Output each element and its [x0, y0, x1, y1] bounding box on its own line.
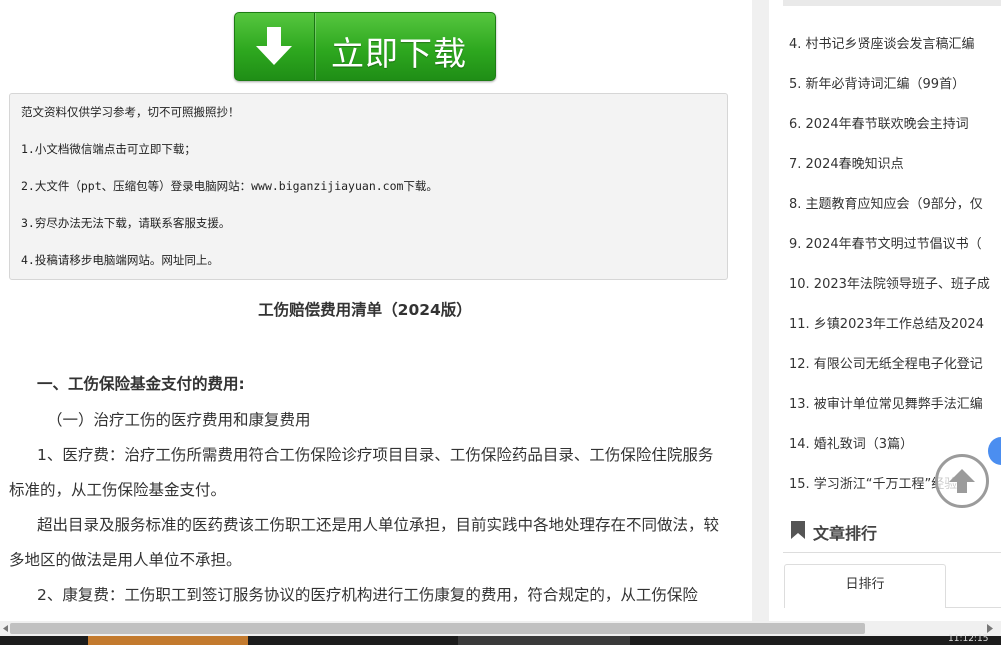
notice-line: 3.穷尽办法无法下载，请联系客服支援。 — [21, 216, 231, 230]
sidebar-article-link[interactable]: 10. 2023年法院领导班子、班子成 — [789, 273, 990, 292]
sidebar-article-link[interactable]: 8. 主题教育应知应会（9部分，仅 — [789, 193, 983, 212]
taskbar: 11:12:15 — [0, 634, 1001, 645]
sidebar-article-link[interactable]: 6. 2024年春节联欢晚会主持词 — [789, 113, 969, 132]
paragraph: 1、医疗费：治疗工伤所需费用符合工伤保险诊疗项目目录、工伤保险药品目录、工伤保险… — [9, 446, 714, 499]
article-content: 立即下载 范文资料仅供学习参考，切不可照搬照抄！ 1.小文档微信端点击可立即下载… — [0, 0, 752, 621]
notice-line: 2.大文件（ppt、压缩包等）登录电脑网站：www.biganzijiayuan… — [21, 179, 438, 193]
bookmark-icon — [791, 521, 805, 539]
subsection-heading: （一）治疗工伤的医疗费用和康复费用 — [47, 411, 311, 429]
sidebar-article-link[interactable]: 14. 婚礼致词（3篇） — [789, 433, 913, 452]
back-to-top-button[interactable] — [935, 454, 989, 508]
download-button-label: 立即下载 — [331, 34, 467, 73]
sidebar-article-link[interactable]: 5. 新年必背诗词汇编（99首） — [789, 73, 965, 92]
sidebar-article-link[interactable]: 15. 学习浙江“千万工程”经验 — [789, 473, 957, 492]
sidebar-article-link[interactable]: 4. 村书记乡贤座谈会发言稿汇编 — [789, 33, 975, 52]
notice-line: 范文资料仅供学习参考，切不可照搬照抄！ — [21, 105, 240, 119]
document-title: 工伤赔偿费用清单（2024版） — [258, 301, 472, 319]
sidebar: 4. 村书记乡贤座谈会发言稿汇编 5. 新年必背诗词汇编（99首） 6. 202… — [769, 0, 1001, 621]
notice-line: 4.投稿请移步电脑端网站。网址同上。 — [21, 253, 219, 267]
horizontal-scrollbar[interactable] — [0, 621, 1001, 636]
arrow-up-icon — [949, 469, 975, 493]
taskbar-app-highlight[interactable] — [88, 636, 248, 645]
sidebar-article-link[interactable]: 13. 被审计单位常见舞弊手法汇编 — [789, 393, 983, 412]
download-now-button[interactable]: 立即下载 — [234, 12, 496, 81]
ranking-divider — [783, 552, 1001, 553]
scrollbar-thumb[interactable] — [10, 623, 865, 634]
notice-box: 范文资料仅供学习参考，切不可照搬照抄！ 1.小文档微信端点击可立即下载； 2.大… — [9, 93, 728, 280]
section-heading: 一、工伤保险基金支付的费用: — [37, 375, 245, 393]
download-arrow-icon — [256, 27, 292, 65]
sidebar-article-link[interactable]: 9. 2024年春节文明过节倡议书（ — [789, 233, 982, 252]
download-icon-box — [235, 13, 315, 80]
sidebar-article-link[interactable]: 7. 2024春晚知识点 — [789, 153, 904, 172]
notice-line: 1.小文档微信端点击可立即下载； — [21, 142, 196, 156]
vertical-scrollbar[interactable] — [752, 0, 769, 621]
paragraph: 超出目录及服务标准的医药费该工伤职工还是用人单位承担，目前实践中各地处理存在不同… — [9, 516, 720, 569]
scroll-left-arrow-icon[interactable] — [2, 625, 9, 632]
paragraph: 2、康复费：工伤职工到签订服务协议的医疗机构进行工伤康复的费用，符合规定的，从工… — [37, 586, 698, 604]
scroll-right-arrow-icon[interactable] — [987, 624, 994, 633]
sidebar-article-link[interactable]: 12. 有限公司无纸全程电子化登记 — [789, 353, 983, 372]
sidebar-divider — [783, 0, 1001, 6]
sidebar-article-link[interactable]: 11. 乡镇2023年工作总结及2024 — [789, 313, 984, 332]
taskbar-app[interactable] — [458, 636, 630, 645]
ranking-title: 文章排行 — [813, 524, 878, 543]
taskbar-clock: 11:12:15 — [948, 634, 989, 644]
tab-daily-ranking[interactable]: 日排行 — [784, 564, 946, 608]
tab-baseline — [946, 607, 1001, 608]
